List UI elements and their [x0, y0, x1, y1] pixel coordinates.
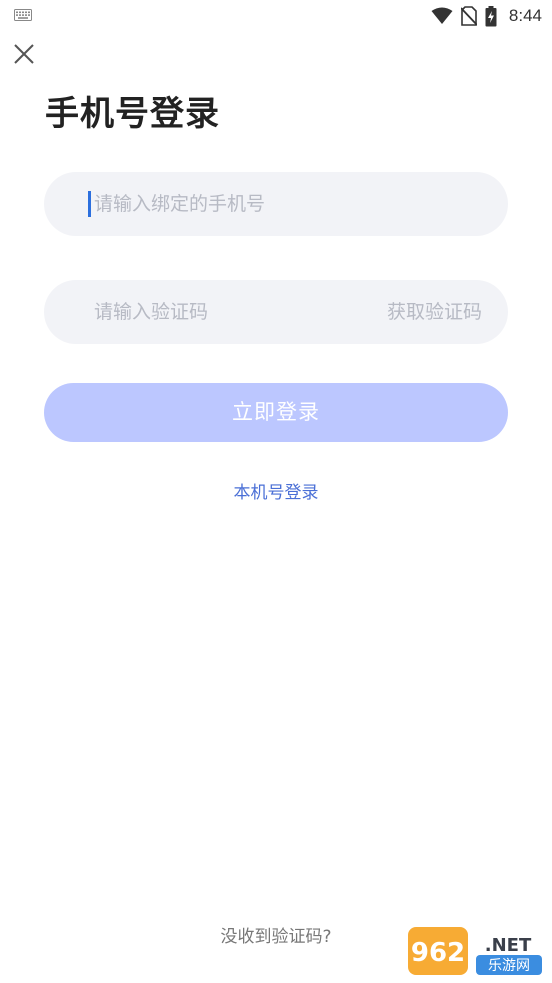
svg-text:乐游网: 乐游网	[488, 958, 530, 974]
code-input[interactable]	[94, 280, 354, 344]
code-field[interactable]: 获取验证码	[44, 280, 508, 344]
phone-input[interactable]	[94, 172, 474, 236]
status-icons: 8:44	[431, 5, 542, 27]
svg-text:962: 962	[411, 938, 465, 968]
battery-charging-icon	[485, 5, 497, 26]
text-caret	[88, 191, 91, 217]
close-icon[interactable]	[12, 42, 36, 66]
no-sim-icon	[460, 6, 477, 26]
login-button[interactable]: 立即登录	[44, 383, 508, 442]
status-time: 8:44	[508, 6, 542, 25]
watermark-logo: 962 .NET 乐游网	[408, 927, 542, 975]
keyboard-icon	[14, 9, 32, 21]
wifi-icon	[431, 7, 453, 24]
status-bar: 8:44	[0, 0, 552, 32]
svg-text:.NET: .NET	[485, 935, 532, 956]
page-title: 手机号登录	[45, 94, 220, 134]
get-code-button[interactable]: 获取验证码	[387, 280, 482, 344]
phone-field[interactable]	[44, 172, 508, 236]
local-number-login-link[interactable]: 本机号登录	[0, 478, 552, 503]
